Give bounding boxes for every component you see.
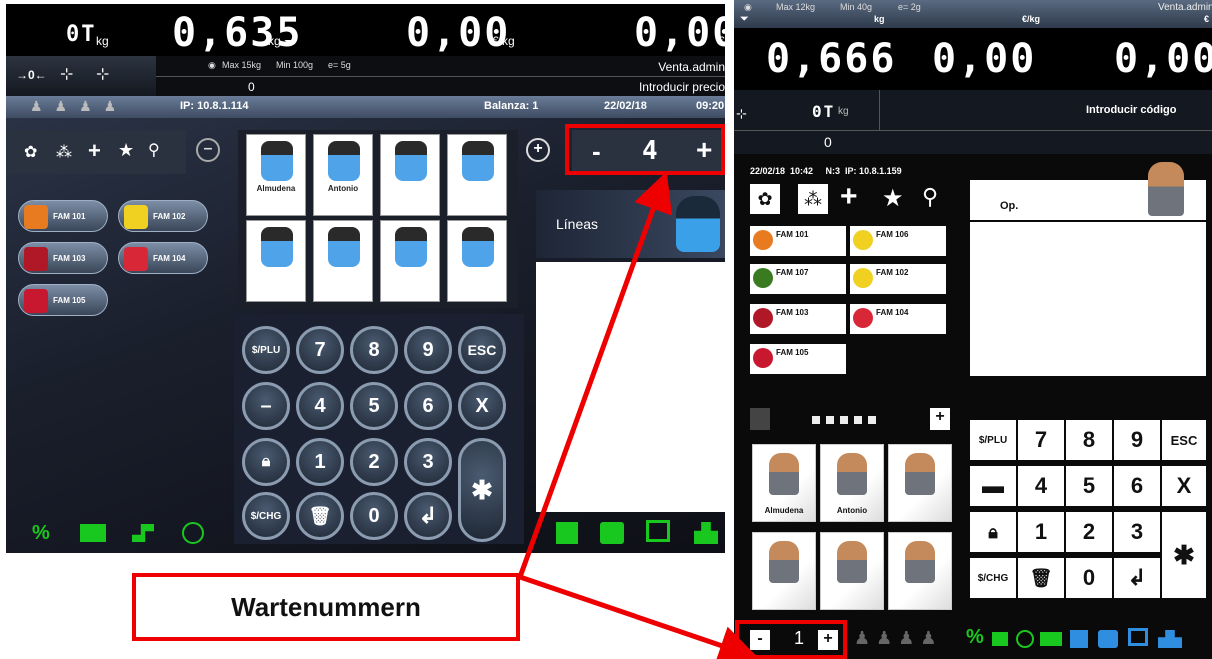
- annotation-arrows: [517, 171, 759, 659]
- arrow-to-right-wait: [519, 574, 759, 659]
- arrow-to-left-wait: [517, 171, 673, 578]
